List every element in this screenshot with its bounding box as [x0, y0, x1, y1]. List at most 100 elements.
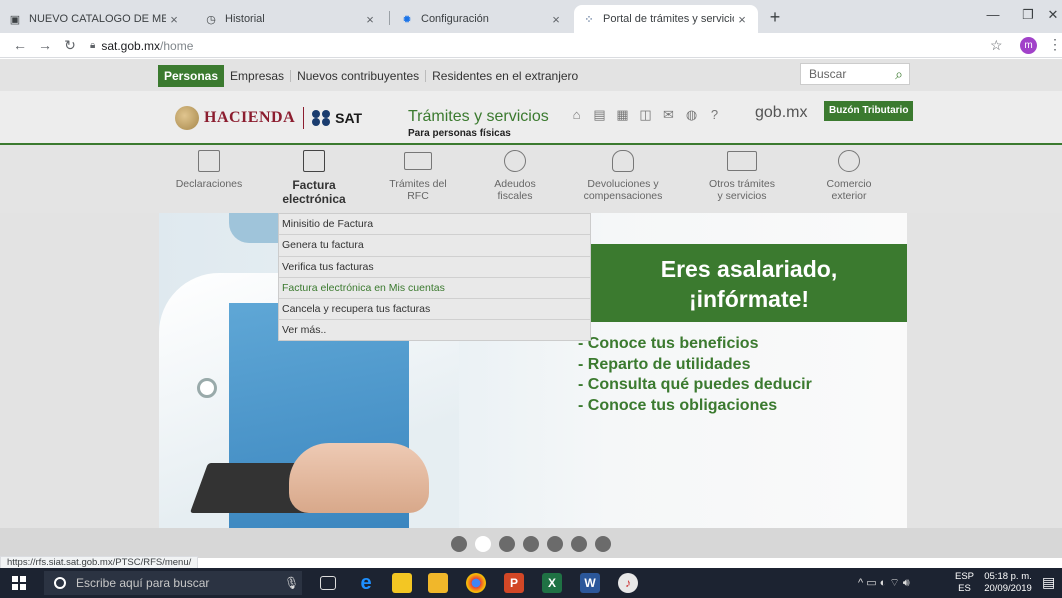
cat-label: compensaciones	[583, 190, 663, 202]
devoluciones-icon	[612, 150, 634, 172]
cat-label: Devoluciones y	[587, 178, 659, 190]
file-explorer-icon[interactable]	[428, 573, 448, 593]
sat-icon: ⁘	[584, 13, 594, 26]
lang-top: ESP	[955, 571, 975, 582]
buzon-tributario-button[interactable]: Buzón Tributario	[824, 101, 914, 121]
hacienda-sat-logos[interactable]: HACIENDA SAT	[175, 103, 362, 133]
microphone-icon[interactable]: 🎙︎	[284, 576, 299, 590]
close-window-button[interactable]: ✕	[1030, 0, 1062, 33]
carousel-dot[interactable]	[523, 536, 539, 552]
powerpoint-icon[interactable]: P	[504, 573, 524, 593]
word-icon[interactable]: W	[580, 573, 600, 593]
cat-devoluciones[interactable]: Devoluciones y compensaciones	[573, 147, 673, 202]
cat-declaraciones[interactable]: Declaraciones	[159, 147, 259, 190]
cat-label: Adeudos	[494, 178, 536, 190]
menu-item-genera-factura[interactable]: Genera tu factura	[279, 235, 590, 257]
nav-residentes-extranjero[interactable]: Residentes en el extranjero	[426, 65, 584, 87]
promo-line-1: Eres asalariado,	[660, 256, 838, 282]
nav-empresas[interactable]: Empresas	[224, 65, 290, 87]
reload-button[interactable]: ↻	[60, 35, 80, 55]
language-indicator[interactable]: ESP ES	[955, 571, 974, 595]
history-icon: ◷	[206, 13, 216, 26]
forward-button[interactable]: →	[35, 35, 55, 55]
carousel-dot[interactable]	[547, 536, 563, 552]
book-icon[interactable]: ◫	[637, 106, 654, 123]
lock-icon: 🔒︎	[90, 40, 96, 51]
otros-icon	[727, 151, 757, 171]
address-bar[interactable]: 🔒︎ sat.gob.mx/home	[90, 37, 193, 54]
url-path: /home	[160, 38, 194, 53]
close-icon[interactable]: ×	[548, 12, 564, 27]
task-view-icon[interactable]	[320, 576, 336, 590]
carousel-dot[interactable]	[499, 536, 515, 552]
store-icon[interactable]	[392, 573, 412, 593]
cat-label: fiscales	[497, 190, 533, 202]
media-player-icon[interactable]: ♪	[618, 573, 638, 593]
sat-logo-text: SAT	[335, 110, 363, 126]
notifications-icon[interactable]: ▤	[1042, 574, 1055, 591]
profile-avatar[interactable]: m	[1020, 37, 1037, 54]
tab-configuracion[interactable]: ✹ Configuración ×	[392, 5, 572, 33]
header-icons: ⌂ ▤ ▦ ◫ ✉ ◍ ?	[568, 106, 723, 123]
clock-time: 05:18 p. m.	[984, 571, 1032, 582]
cat-otros-tramites[interactable]: Otros trámites y servicios	[692, 147, 792, 202]
hacienda-logo-text: HACIENDA	[204, 109, 296, 126]
close-icon[interactable]: ×	[166, 12, 182, 27]
hand-image	[289, 443, 429, 513]
close-icon[interactable]: ×	[734, 12, 750, 27]
taskbar-clock[interactable]: 05:18 p. m. 20/09/2019	[980, 571, 1036, 595]
gobmx-link[interactable]: gob.mx	[755, 104, 807, 122]
lang-bottom: ES	[958, 583, 971, 594]
nav-nuevos-contribuyentes[interactable]: Nuevos contribuyentes	[291, 65, 425, 87]
bookmark-star-icon[interactable]: ☆	[990, 37, 1003, 54]
new-tab-button[interactable]: +	[762, 6, 788, 28]
sat-logo: SAT	[312, 110, 362, 126]
browser-toolbar: ← → ↻ 🔒︎ sat.gob.mx/home ☆ m ⋮	[0, 33, 1062, 58]
chrome-icon[interactable]	[466, 573, 486, 593]
tab-nuevo-catalogo[interactable]: ▣ NUEVO CATALOGO DE METODO ×	[0, 5, 190, 33]
cat-adeudos-fiscales[interactable]: Adeudos fiscales	[465, 147, 565, 202]
tab-title: Historial	[225, 13, 265, 25]
cat-tramites-rfc[interactable]: Trámites del RFC	[368, 147, 468, 202]
id-card-icon[interactable]: ▤	[591, 106, 608, 123]
close-icon[interactable]: ×	[362, 12, 378, 27]
cat-factura-electronica[interactable]: Factura electrónica	[264, 147, 364, 206]
compass-icon[interactable]: ◍	[683, 106, 700, 123]
menu-item-cancela-recupera[interactable]: Cancela y recupera tus facturas	[279, 299, 590, 321]
mail-icon[interactable]: ✉	[660, 106, 677, 123]
taskbar-search-input[interactable]: Escribe aquí para buscar	[44, 571, 302, 595]
bullet-item: - Reparto de utilidades	[578, 355, 751, 373]
edge-icon[interactable]: e	[356, 572, 376, 594]
nav-personas[interactable]: Personas	[158, 65, 225, 87]
help-icon[interactable]: ?	[706, 106, 723, 123]
menu-item-verifica-facturas[interactable]: Verifica tus facturas	[279, 257, 590, 278]
cat-label: Comercio	[826, 178, 872, 190]
taskbar-search-placeholder: Escribe aquí para buscar	[76, 576, 210, 590]
carousel-dot[interactable]	[451, 536, 467, 552]
carousel-dot[interactable]	[475, 536, 491, 552]
carousel-dot[interactable]	[571, 536, 587, 552]
search-icon[interactable]: ⌕	[889, 66, 909, 83]
tab-separator	[389, 11, 390, 25]
audience-nav: Personas Empresas Nuevos contribuyentes …	[158, 64, 584, 88]
back-button[interactable]: ←	[10, 35, 30, 55]
excel-icon[interactable]: X	[542, 573, 562, 593]
menu-item-ver-mas[interactable]: Ver más..	[279, 320, 590, 341]
declaraciones-icon	[198, 150, 220, 172]
home-icon[interactable]: ⌂	[568, 106, 585, 123]
menu-kebab-icon[interactable]: ⋮	[1048, 36, 1062, 53]
tab-title: Portal de trámites y servicios - S/	[603, 13, 734, 25]
cat-label: Trámites del	[389, 178, 447, 190]
system-tray-icons[interactable]: ^ ▭ ◐ ⌔ 🔊︎	[858, 576, 910, 590]
carousel-dot[interactable]	[595, 536, 611, 552]
menu-item-minisitio[interactable]: Minisitio de Factura	[279, 214, 590, 236]
tab-portal-sat[interactable]: ⁘ Portal de trámites y servicios - S/ ×	[574, 5, 758, 33]
document-icon: ▣	[9, 13, 21, 26]
cat-comercio-exterior[interactable]: Comercio exterior	[799, 147, 899, 202]
calendar-icon[interactable]: ▦	[614, 106, 631, 123]
site-search-input[interactable]: Buscar ⌕	[800, 63, 910, 85]
menu-item-factura-mis-cuentas[interactable]: Factura electrónica en Mis cuentas	[279, 278, 590, 300]
cortana-icon	[54, 577, 66, 589]
tab-historial[interactable]: ◷ Historial ×	[196, 5, 386, 33]
windows-start-icon[interactable]	[12, 576, 26, 590]
